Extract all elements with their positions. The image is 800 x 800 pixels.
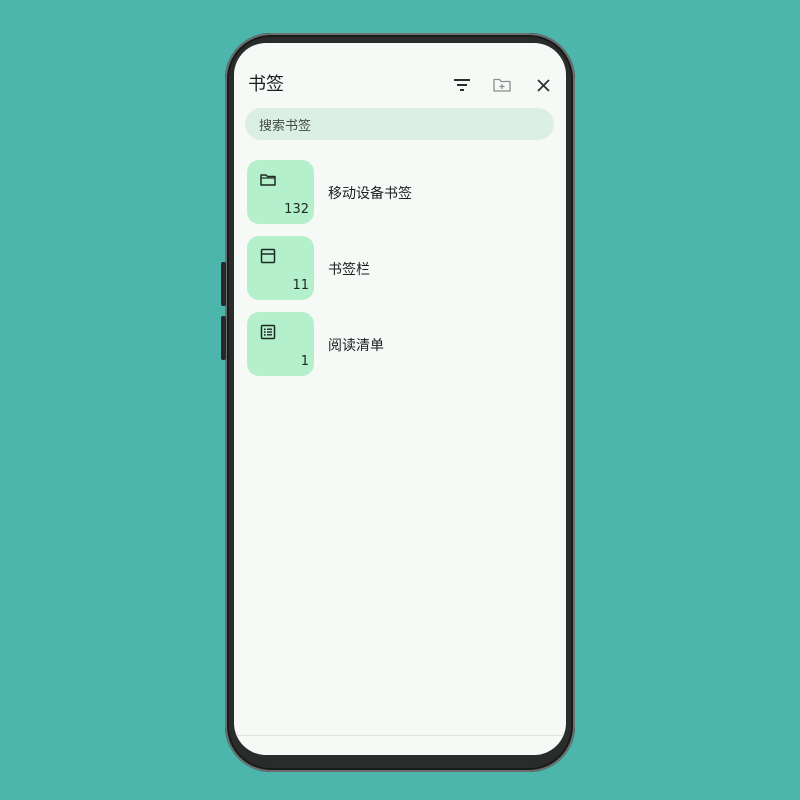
- search-input[interactable]: 搜索书签: [245, 108, 554, 140]
- phone-screen: 书签 搜索书签 132 移动设备书签 11 书签栏 1 阅读清单: [234, 43, 566, 755]
- app-bar: 书签: [234, 43, 566, 107]
- divider: [234, 735, 566, 736]
- filter-icon: [454, 79, 470, 91]
- folder-tile: 1: [247, 312, 314, 376]
- close-button[interactable]: [531, 73, 555, 97]
- folder-tile: 11: [247, 236, 314, 300]
- bookmark-bar-icon: [260, 248, 276, 264]
- volume-button-lower: [221, 316, 226, 360]
- list-item-bookmarks-bar[interactable]: 11 书签栏: [247, 236, 547, 300]
- folder-label: 移动设备书签: [328, 186, 412, 202]
- search-placeholder: 搜索书签: [259, 118, 312, 134]
- filter-button[interactable]: [450, 73, 474, 97]
- list-item-reading-list[interactable]: 1 阅读清单: [247, 312, 547, 376]
- folder-label: 阅读清单: [328, 338, 384, 354]
- folder-tile: 132: [247, 160, 314, 224]
- volume-button: [221, 262, 226, 306]
- bookmark-count: 132: [284, 202, 309, 217]
- new-folder-icon: [493, 78, 511, 92]
- folder-label: 书签栏: [328, 262, 370, 278]
- page-title: 书签: [248, 74, 284, 95]
- new-folder-button[interactable]: [490, 73, 514, 97]
- folder-icon: [260, 174, 276, 186]
- list-item-mobile-bookmarks[interactable]: 132 移动设备书签: [247, 160, 547, 224]
- bookmark-count: 11: [292, 278, 309, 293]
- bookmark-count: 1: [300, 354, 309, 369]
- close-icon: [536, 78, 550, 92]
- reading-list-icon: [260, 324, 276, 340]
